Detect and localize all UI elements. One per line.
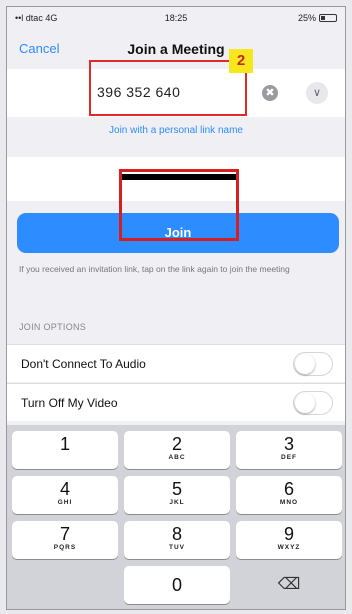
key-9[interactable]: 9 WXYZ (236, 521, 342, 559)
battery-indicator: 25% (298, 13, 337, 23)
key-3[interactable]: 3 DEF (236, 431, 342, 469)
key-digit: 6 (283, 479, 294, 499)
key-1[interactable]: 1 (12, 431, 118, 469)
numeric-keypad: 1 2 ABC 3 DEF 4 GHI 5 JKL 6 MNO 7 PQRS 8… (7, 425, 345, 609)
annotation-highlight-meeting-id (89, 60, 247, 116)
annotation-highlight-join (119, 169, 239, 241)
key-digit: 7 (59, 524, 70, 544)
key-8[interactable]: 8 TUV (124, 521, 230, 559)
join-options-header: JOIN OPTIONS (19, 322, 87, 332)
chevron-down-icon[interactable]: ∨ (306, 82, 328, 104)
phone-screen: ••l dtac 4G 18:25 25% Cancel Join a Meet… (6, 6, 346, 610)
key-7[interactable]: 7 PQRS (12, 521, 118, 559)
audio-toggle[interactable] (293, 352, 333, 376)
backspace-icon[interactable]: ⌫ (236, 566, 342, 604)
key-0[interactable]: 0 (124, 566, 230, 604)
key-digit: 9 (283, 524, 294, 544)
key-letters: TUV (169, 544, 185, 551)
clear-icon[interactable]: ✖ (262, 85, 278, 101)
key-letters: PQRS (53, 544, 77, 551)
key-digit: 4 (59, 479, 70, 499)
option-row-audio: Don't Connect To Audio (7, 344, 345, 382)
personal-link-button[interactable]: Join with a personal link name (7, 125, 345, 136)
key-letters: WXYZ (277, 544, 301, 551)
clock: 18:25 (164, 13, 188, 23)
invitation-hint: If you received an invitation link, tap … (19, 264, 290, 274)
key-2[interactable]: 2 ABC (124, 431, 230, 469)
key-digit: 8 (171, 524, 182, 544)
key-5[interactable]: 5 JKL (124, 476, 230, 514)
key-digit: 3 (283, 434, 294, 454)
key-digit: 1 (59, 434, 70, 454)
annotation-step-badge: 2 (229, 49, 253, 73)
key-letters: DEF (281, 454, 297, 461)
video-toggle[interactable] (293, 391, 333, 415)
key-letters: GHI (57, 499, 73, 506)
page-title: Join a Meeting (127, 41, 225, 57)
option-row-video: Turn Off My Video (7, 383, 345, 421)
battery-percent: 25% (297, 13, 316, 23)
key-letters: JKL (169, 499, 185, 506)
option-label: Don't Connect To Audio (21, 357, 146, 371)
key-letters: ABC (168, 454, 186, 461)
key-digit: 0 (171, 575, 182, 595)
key-4[interactable]: 4 GHI (12, 476, 118, 514)
status-bar: ••l dtac 4G 18:25 25% (7, 7, 345, 29)
key-6[interactable]: 6 MNO (236, 476, 342, 514)
key-digit: 2 (171, 434, 182, 454)
key-letters: MNO (279, 499, 299, 506)
battery-icon (319, 14, 337, 22)
key-digit: 5 (171, 479, 182, 499)
option-label: Turn Off My Video (21, 396, 118, 410)
